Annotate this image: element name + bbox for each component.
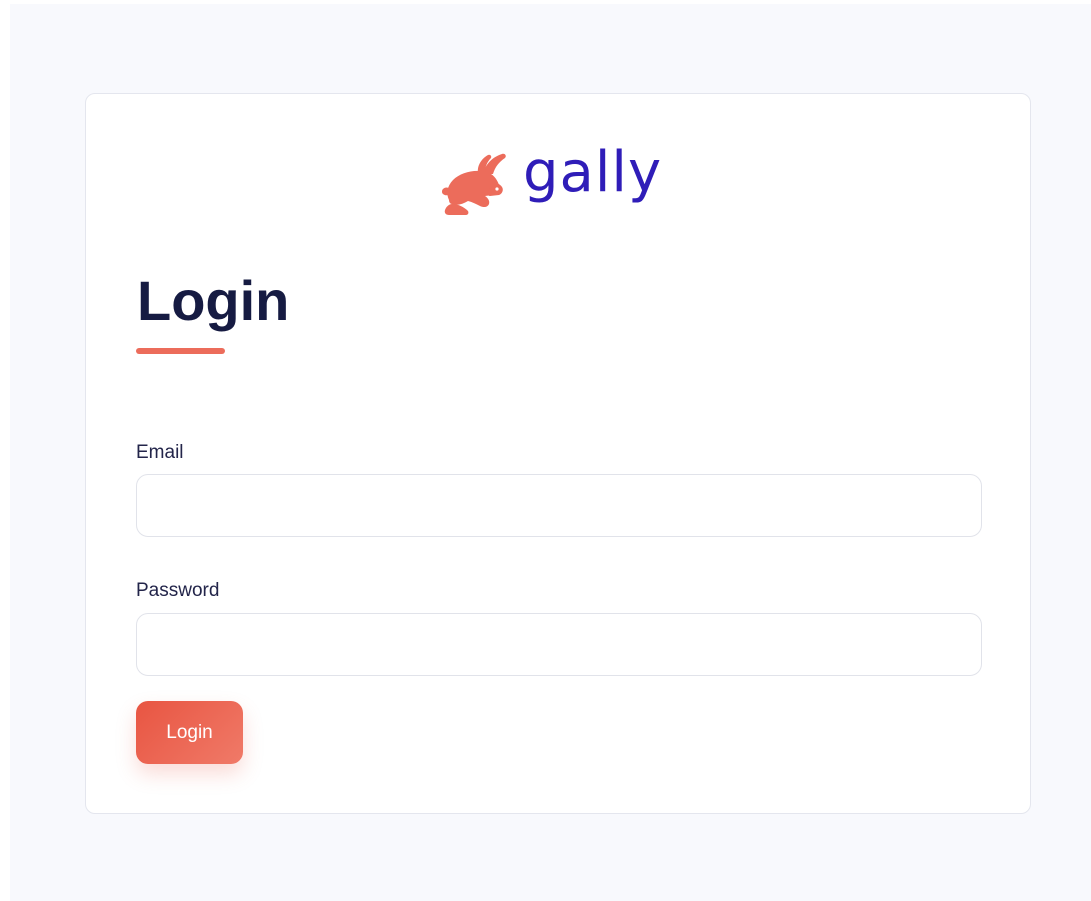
- email-label: Email: [136, 442, 184, 463]
- rabbit-icon: [442, 153, 506, 215]
- title-underline: [136, 348, 225, 354]
- email-field[interactable]: [136, 474, 982, 537]
- password-label: Password: [136, 580, 220, 601]
- brand-wordmark: gally: [523, 140, 663, 205]
- password-field[interactable]: [136, 613, 982, 676]
- login-button[interactable]: Login: [136, 701, 243, 764]
- gally-logo: gally: [440, 140, 661, 216]
- page-title: Login: [137, 269, 290, 332]
